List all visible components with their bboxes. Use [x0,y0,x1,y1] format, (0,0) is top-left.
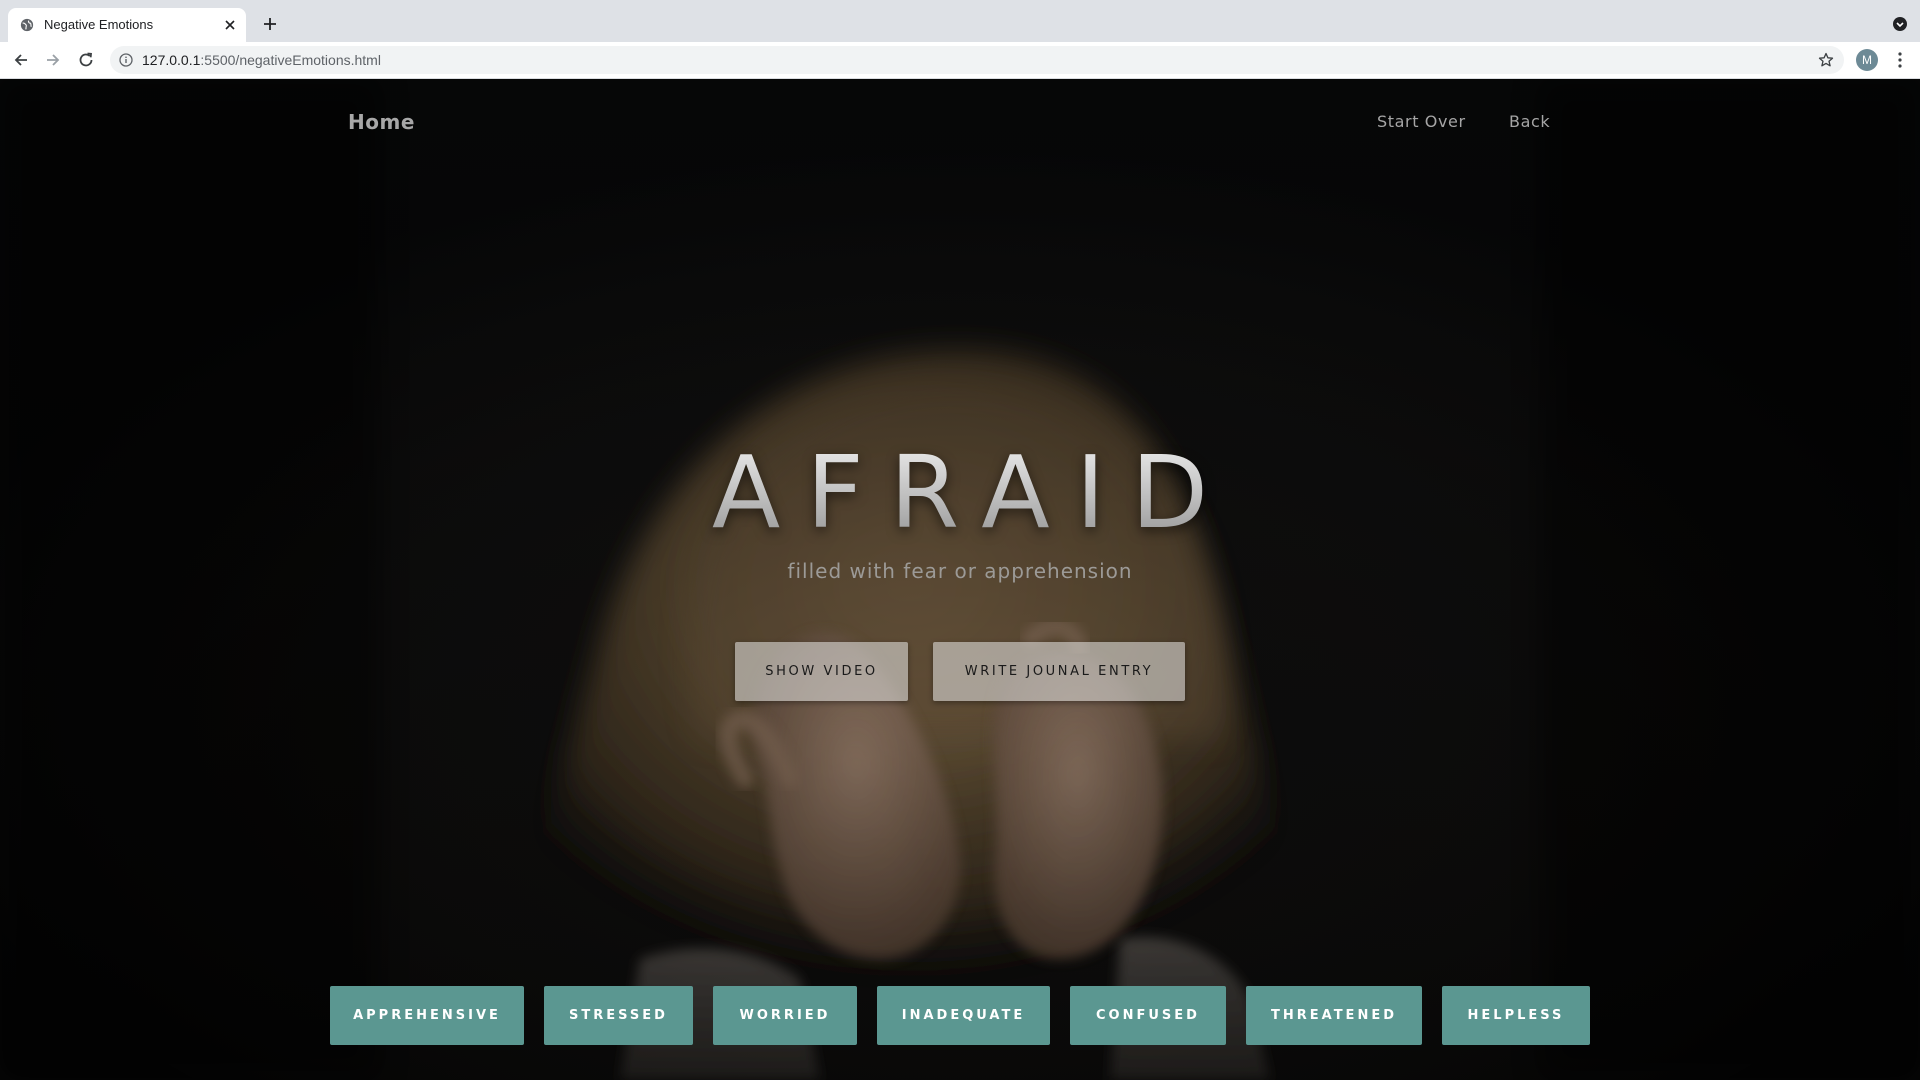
close-icon[interactable] [222,17,238,33]
forward-arrow-icon[interactable] [44,51,62,69]
address-bar[interactable]: 127.0.0.1:5500/negativeEmotions.html [110,46,1844,74]
url-text: 127.0.0.1:5500/negativeEmotions.html [142,52,381,68]
nav-start-over-link[interactable]: Start Over [1377,112,1466,131]
info-icon[interactable] [119,53,133,67]
emotion-button-stressed[interactable]: STRESSED [544,986,693,1045]
reload-icon[interactable] [77,51,95,69]
nav-home-link[interactable]: Home [348,110,415,134]
emotion-button-helpless[interactable]: HELPLESS [1442,986,1590,1045]
globe-icon [20,18,34,32]
browser-window: Negative Emotions 127.0.0.1:5500/negativ… [0,0,1920,1080]
page-viewport: Home Start Over Back AFRAID filled with … [0,79,1920,1080]
page-title: AFRAID [0,434,1920,551]
page-subtitle: filled with fear or apprehension [787,559,1133,583]
show-video-button[interactable]: SHOW VIDEO [735,642,908,701]
tab-title: Negative Emotions [44,17,154,32]
emotion-button-worried[interactable]: WORRIED [713,986,857,1045]
bookmark-star-icon[interactable] [1818,52,1834,68]
write-journal-entry-button[interactable]: WRITE JOUNAL ENTRY [933,642,1185,701]
browser-tab[interactable]: Negative Emotions [8,8,246,42]
emotion-button-threatened[interactable]: THREATENED [1246,986,1422,1045]
emotion-button-confused[interactable]: CONFUSED [1070,986,1226,1045]
url-host: 127.0.0.1 [142,52,201,68]
emotion-button-apprehensive[interactable]: APPREHENSIVE [330,986,524,1045]
browser-toolbar: 127.0.0.1:5500/negativeEmotions.html M [0,42,1920,79]
kebab-menu-icon[interactable] [1892,51,1908,69]
url-path: :5500/negativeEmotions.html [200,52,381,68]
tab-search-icon[interactable] [1892,16,1908,32]
new-tab-icon[interactable] [260,14,280,34]
nav-back-link[interactable]: Back [1509,112,1550,131]
tab-strip: Negative Emotions [0,0,1920,42]
profile-avatar[interactable]: M [1856,49,1878,71]
back-arrow-icon[interactable] [12,51,30,69]
emotion-button-inadequate[interactable]: INADEQUATE [877,986,1050,1045]
